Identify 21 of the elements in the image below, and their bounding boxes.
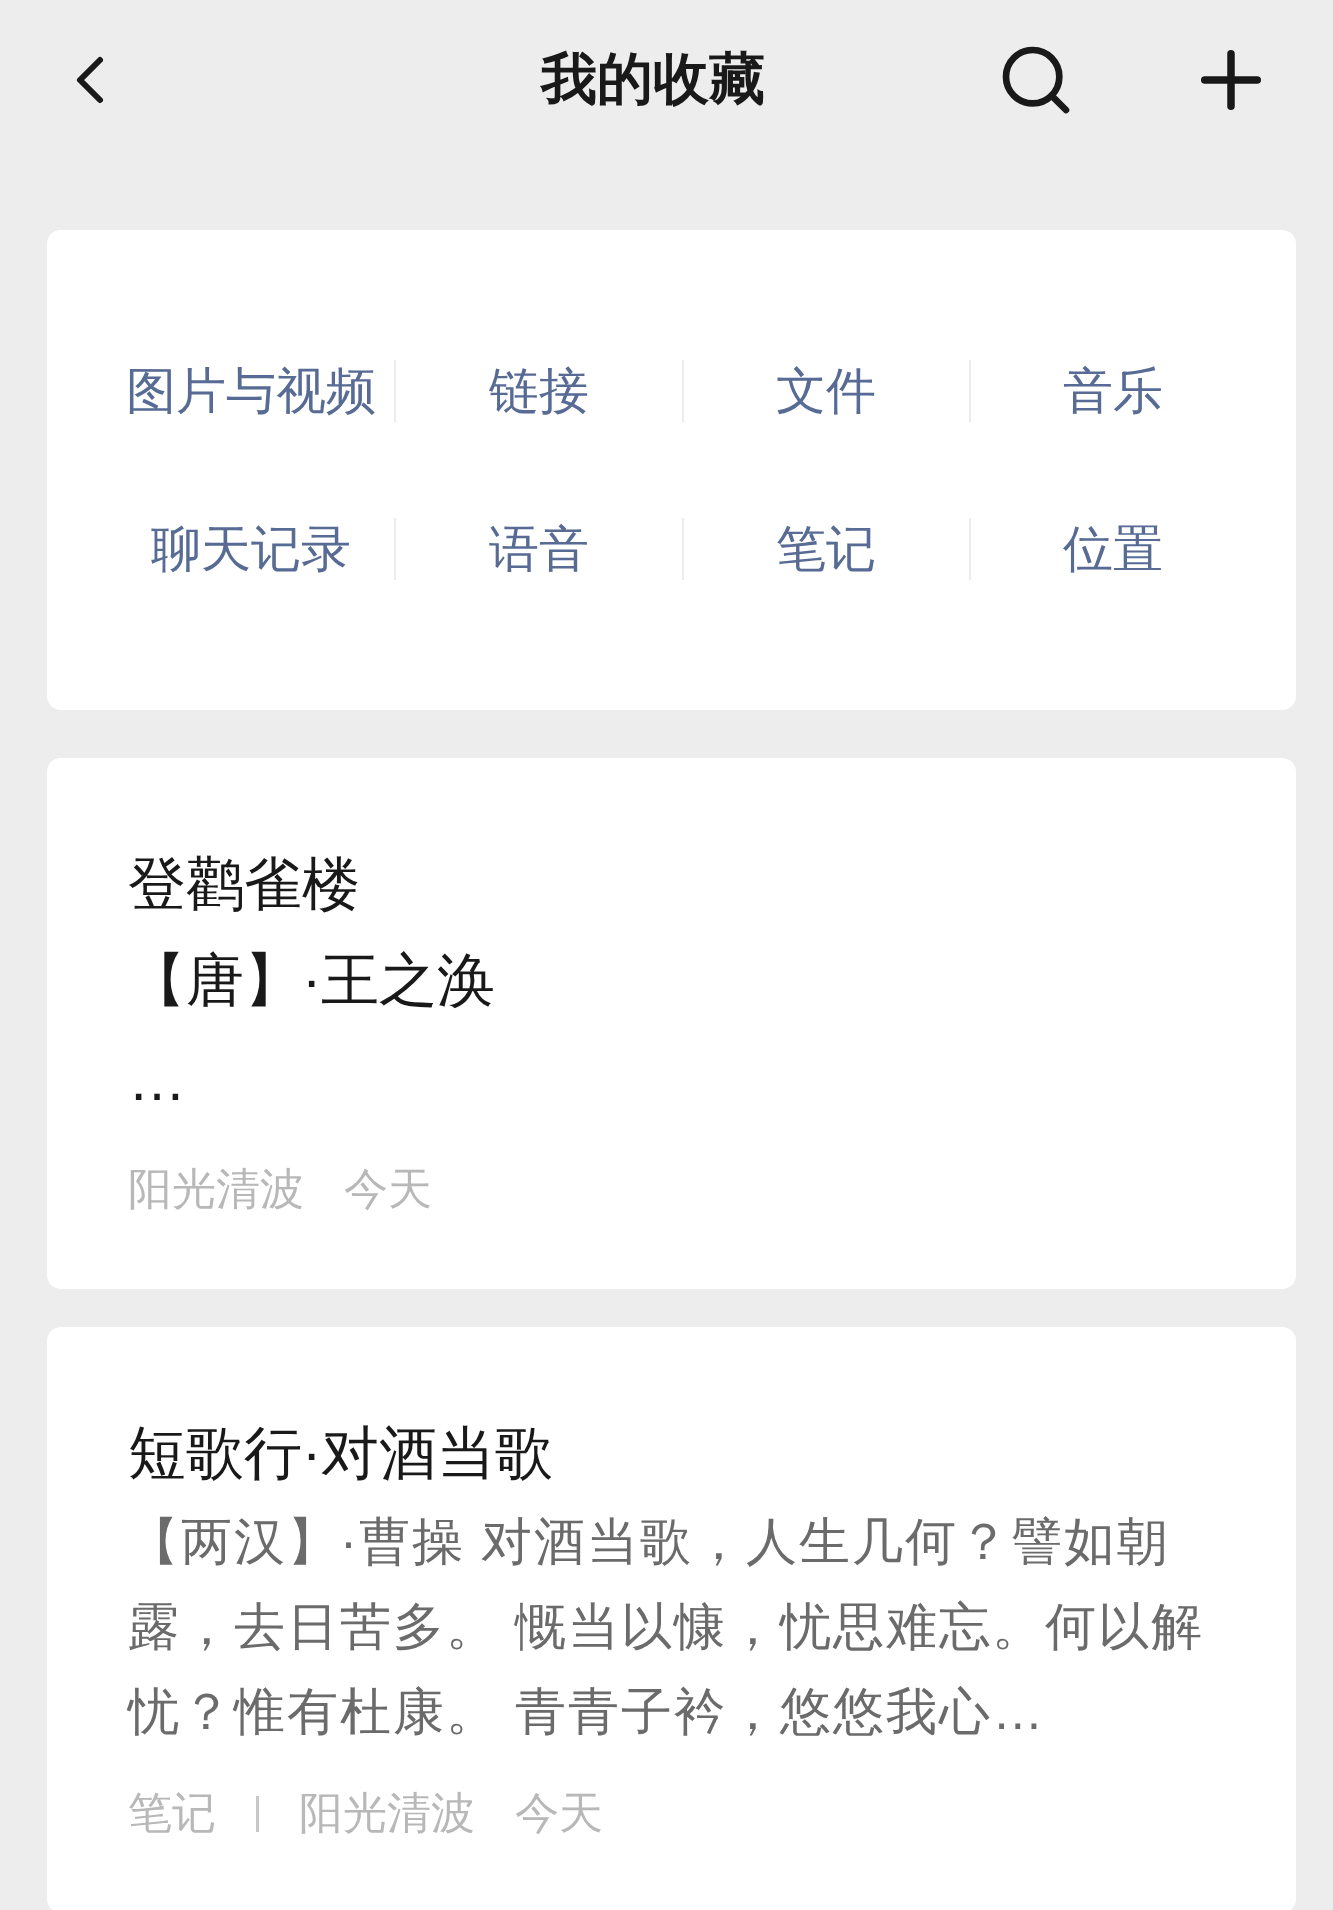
page-title: 我的收藏 bbox=[541, 46, 765, 112]
favorite-time: 今天 bbox=[344, 1163, 432, 1215]
favorite-card[interactable]: 登鹳雀楼 【唐】·王之涣 … 阳光清波 今天 bbox=[47, 758, 1296, 1289]
favorite-title: 短歌行·对酒当歌 bbox=[128, 1419, 555, 1487]
favorite-excerpt: 【两汉】·曹操 对酒当歌，人生几何？譬如朝露，去日苦多。 慨当以慷，忧思难忘。何以解忧？惟有杜康。 青青子衿，悠悠我心… bbox=[128, 1512, 1206, 1742]
favorite-type: 笔记 bbox=[128, 1787, 216, 1839]
category-link[interactable]: 音乐 bbox=[968, 360, 1256, 422]
category-link[interactable]: 文件 bbox=[681, 360, 969, 422]
favorite-title: 登鹳雀楼 bbox=[128, 850, 361, 918]
favorite-text: … bbox=[128, 1046, 187, 1114]
category-link[interactable]: 笔记 bbox=[681, 518, 969, 580]
favorite-text: 【唐】·王之涣 bbox=[128, 946, 497, 1014]
favorite-source: 阳光清波 bbox=[128, 1163, 304, 1215]
category-link[interactable]: 链接 bbox=[394, 360, 682, 422]
favorite-source: 阳光清波 bbox=[299, 1787, 475, 1839]
favorite-card[interactable]: 短歌行·对酒当歌 【两汉】·曹操 对酒当歌，人生几何？譬如朝露，去日苦多。 慨当以慷，忧思难忘。何以解忧？惟有杜康。 青青子衿，悠悠我心… 笔记 阳光清波 今天 bbox=[47, 1327, 1296, 1910]
favorite-time: 今天 bbox=[515, 1787, 603, 1839]
category-link[interactable]: 语音 bbox=[394, 518, 682, 580]
category-link[interactable]: 位置 bbox=[968, 518, 1256, 580]
category-link[interactable]: 聊天记录 bbox=[107, 518, 395, 580]
category-link[interactable]: 图片与视频 bbox=[107, 360, 395, 422]
